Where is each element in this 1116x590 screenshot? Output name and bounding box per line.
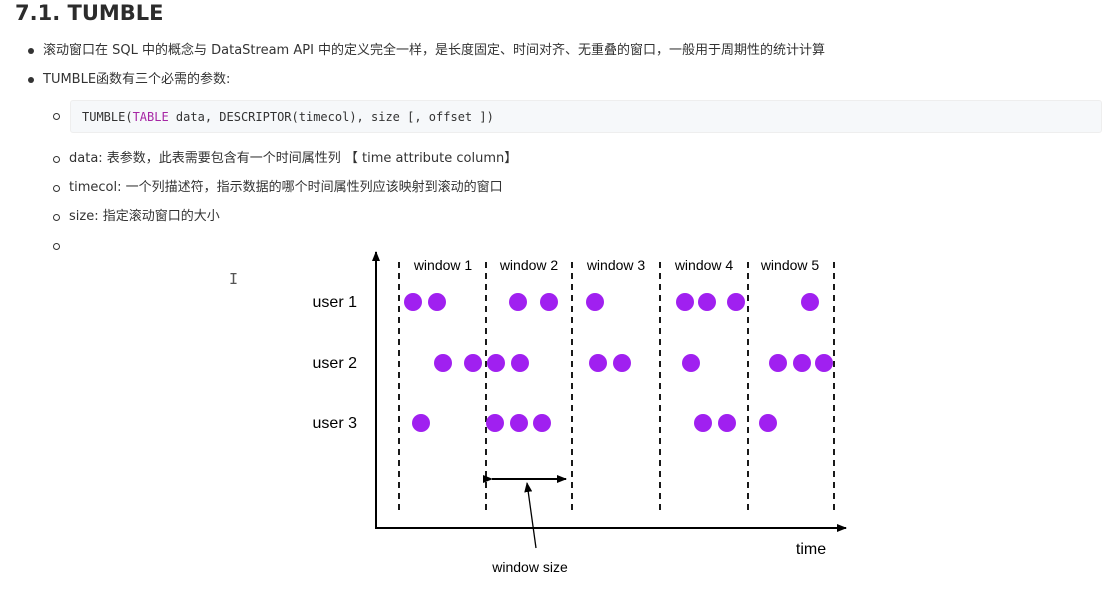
event-dot (682, 354, 700, 372)
window-label: window 3 (586, 257, 646, 273)
event-dot (698, 293, 716, 311)
event-dot (589, 354, 607, 372)
user-label: user 3 (313, 415, 358, 432)
user-label: user 2 (313, 355, 358, 372)
window-label: window 4 (674, 257, 734, 273)
event-dot (793, 354, 811, 372)
event-dot (613, 354, 631, 372)
event-dot (464, 354, 482, 372)
event-dot (533, 414, 551, 432)
event-dot (727, 293, 745, 311)
event-dot (769, 354, 787, 372)
event-dot (428, 293, 446, 311)
event-dot (511, 354, 529, 372)
time-axis-label: time (796, 541, 826, 558)
event-dot (510, 414, 528, 432)
window-size-label: window size (491, 559, 568, 575)
event-dot (801, 293, 819, 311)
event-dot (694, 414, 712, 432)
event-dot (540, 293, 558, 311)
event-dot (509, 293, 527, 311)
event-dot (718, 414, 736, 432)
event-dot (404, 293, 422, 311)
event-dot (586, 293, 604, 311)
event-dot (434, 354, 452, 372)
event-dot (486, 414, 504, 432)
event-dot (412, 414, 430, 432)
event-dot (815, 354, 833, 372)
event-dot (759, 414, 777, 432)
user-label: user 1 (313, 294, 358, 311)
window-label: window 1 (413, 257, 473, 273)
window-label: window 5 (760, 257, 820, 273)
event-dot (487, 354, 505, 372)
window-size-pointer (524, 482, 537, 549)
window-label: window 2 (499, 257, 559, 273)
event-dot (676, 293, 694, 311)
tumbling-window-diagram: window 1 window 2 window 3 window 4 wind… (313, 251, 847, 575)
